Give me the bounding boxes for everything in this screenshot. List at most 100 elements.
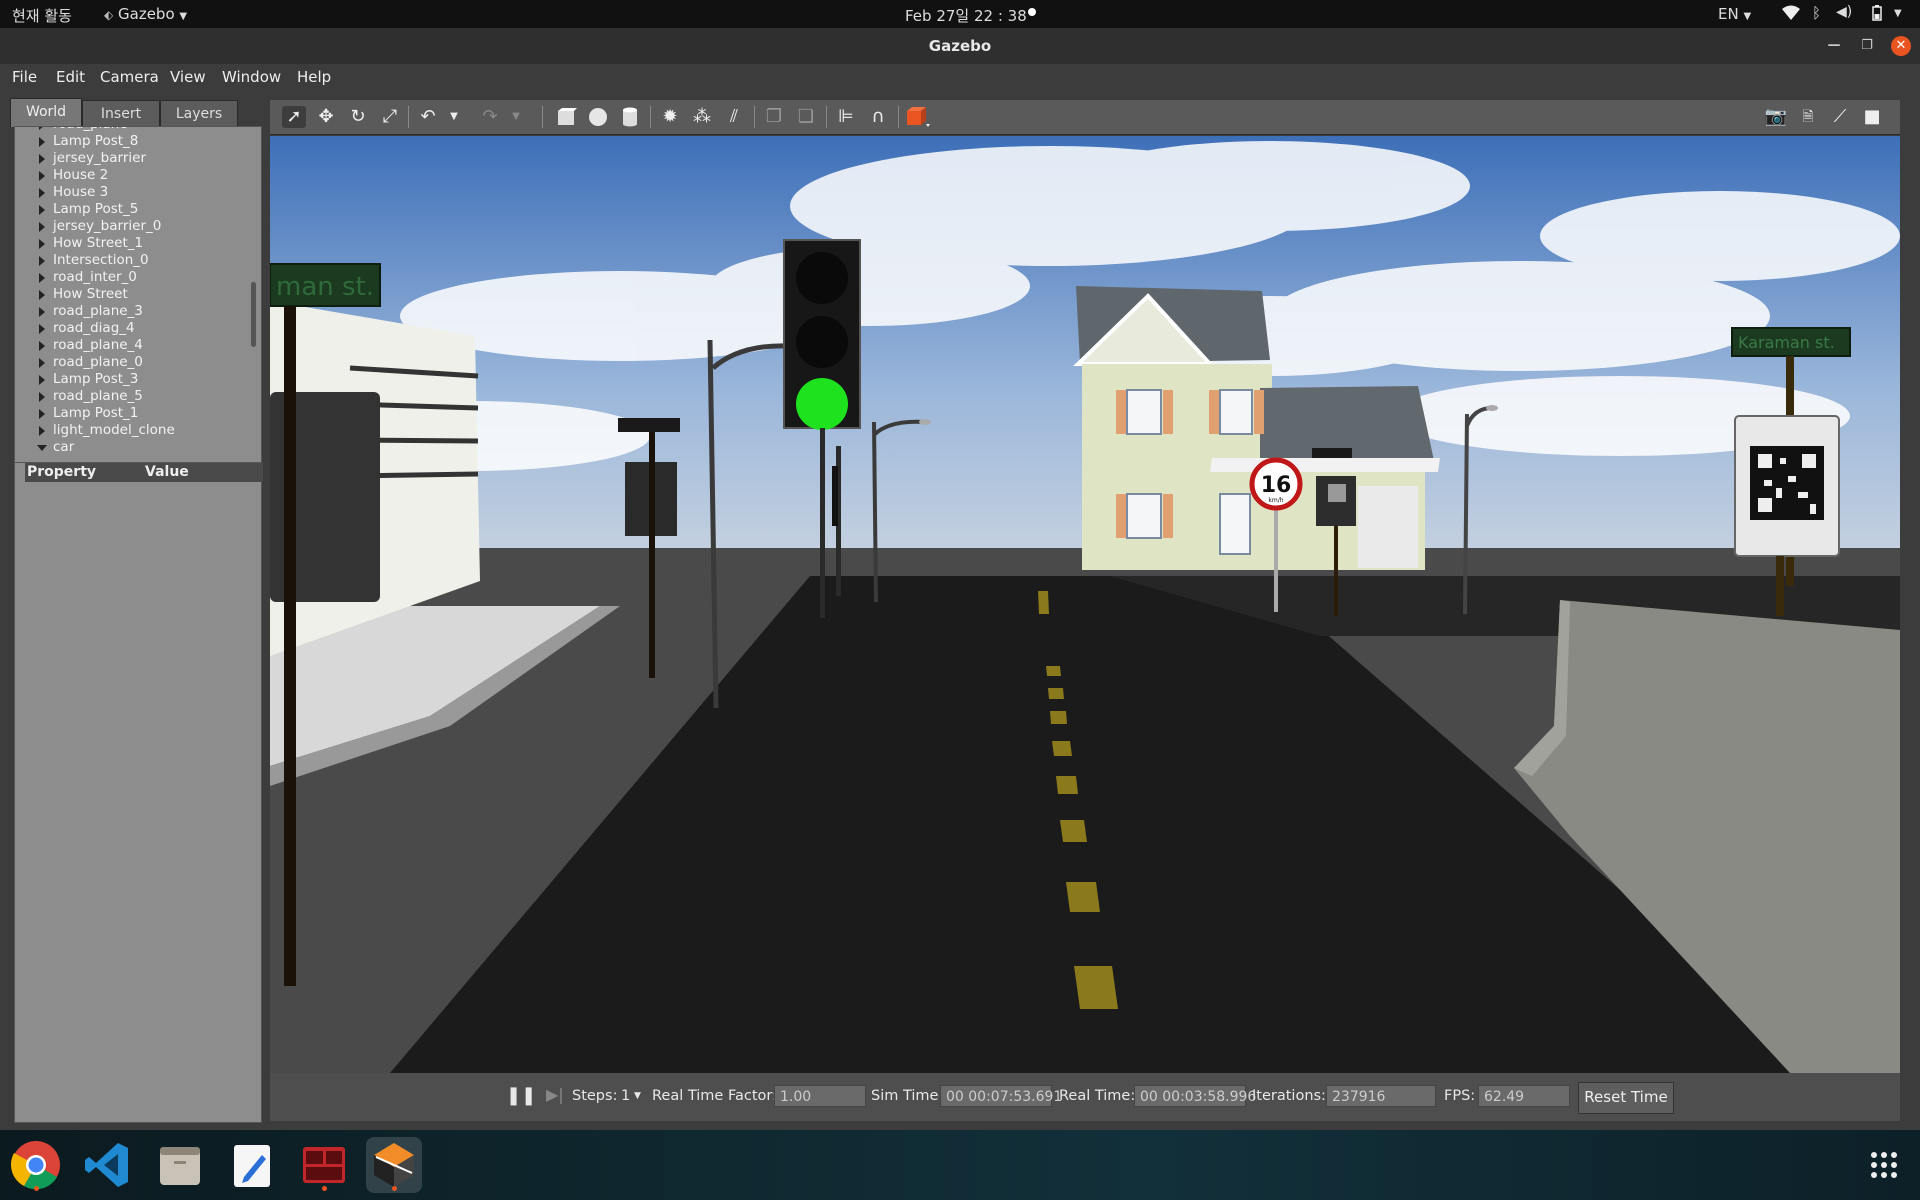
tree-item[interactable]: House 3 xyxy=(39,184,108,201)
plot-icon[interactable]: ⟋ xyxy=(1828,106,1852,128)
text-editor-icon[interactable] xyxy=(224,1137,280,1193)
align-icon[interactable]: ⊫ xyxy=(834,106,858,128)
tree-item[interactable]: jersey_barrier xyxy=(39,150,146,167)
expand-arrow-right-icon[interactable] xyxy=(39,222,45,232)
translate-icon[interactable]: ✥ xyxy=(314,106,338,128)
tree-item[interactable]: road_plane_5 xyxy=(39,388,143,405)
tree-item[interactable]: Lamp Post_5 xyxy=(39,201,138,218)
tree-item[interactable]: Lamp Post_8 xyxy=(39,133,138,150)
expand-arrow-right-icon[interactable] xyxy=(39,273,45,283)
language-indicator[interactable]: EN ▼ xyxy=(1718,5,1751,23)
expand-arrow-right-icon[interactable] xyxy=(39,409,45,419)
expand-arrow-right-icon[interactable] xyxy=(39,290,45,300)
expand-arrow-right-icon[interactable] xyxy=(39,324,45,334)
steps-value[interactable]: 1 xyxy=(621,1088,630,1104)
sphere-icon[interactable] xyxy=(586,106,610,128)
expand-arrow-right-icon[interactable] xyxy=(39,256,45,266)
toolbar-separator xyxy=(826,106,827,128)
expand-arrow-right-icon[interactable] xyxy=(39,341,45,351)
scene-viewport[interactable]: man st. 16 km/h Karaman st. xyxy=(270,136,1900,1073)
directional-light-icon[interactable]: ⫽ xyxy=(722,106,746,128)
tree-item[interactable]: road_plane_0 xyxy=(39,354,143,371)
vscode-icon[interactable] xyxy=(80,1137,136,1193)
expand-arrow-right-icon[interactable] xyxy=(39,188,45,198)
expand-arrow-right-icon[interactable] xyxy=(39,171,45,181)
view-angle-icon[interactable] xyxy=(904,106,930,128)
app-grid-icon[interactable] xyxy=(1856,1137,1912,1193)
menu-edit[interactable]: Edit xyxy=(56,68,85,86)
tree-item[interactable]: Lamp Post_3 xyxy=(39,371,138,388)
expand-arrow-right-icon[interactable] xyxy=(39,127,45,130)
system-menu-chevron-icon[interactable]: ▼ xyxy=(1894,8,1902,19)
pause-icon[interactable]: ❚❚ xyxy=(506,1085,536,1106)
tree-item[interactable]: road_plane_3 xyxy=(39,303,143,320)
clock[interactable]: Feb 27일 22 : 38 xyxy=(905,5,1027,26)
activities-button[interactable]: 현재 활동 xyxy=(12,5,72,26)
tree-item[interactable]: car xyxy=(37,439,74,456)
log-icon[interactable]: 🗎 xyxy=(1796,106,1820,128)
undo-history-chevron-icon[interactable]: ▼ xyxy=(442,106,466,128)
close-icon[interactable]: ✕ xyxy=(1891,36,1911,56)
scale-icon[interactable]: ⤢ xyxy=(378,106,402,128)
spot-light-icon[interactable]: ⁂ xyxy=(690,106,714,128)
redo-history-chevron-icon[interactable]: ▼ xyxy=(504,106,528,128)
expand-arrow-right-icon[interactable] xyxy=(39,426,45,436)
rotate-icon[interactable]: ↻ xyxy=(346,106,370,128)
undo-icon[interactable]: ↶ xyxy=(416,106,440,128)
tab-insert[interactable]: Insert xyxy=(82,100,160,127)
expand-arrow-right-icon[interactable] xyxy=(39,358,45,368)
tree-item[interactable]: road_plane xyxy=(39,127,128,133)
copy-icon[interactable]: ❐ xyxy=(762,106,786,128)
battery-icon[interactable] xyxy=(1872,5,1882,21)
reset-time-button[interactable]: Reset Time xyxy=(1578,1082,1674,1114)
select-icon[interactable]: ➚ xyxy=(282,106,306,128)
expand-arrow-right-icon[interactable] xyxy=(39,392,45,402)
menu-view[interactable]: View xyxy=(170,68,206,86)
point-light-icon[interactable]: ✹ xyxy=(658,106,682,128)
tree-item[interactable]: Intersection_0 xyxy=(39,252,149,269)
tab-layers[interactable]: Layers xyxy=(160,100,238,127)
box-icon[interactable] xyxy=(554,106,578,128)
steps-chevron-icon[interactable]: ▼ xyxy=(634,1091,641,1101)
expand-arrow-right-icon[interactable] xyxy=(39,137,45,147)
expand-arrow-down-icon[interactable] xyxy=(37,445,47,451)
minimize-icon[interactable]: — xyxy=(1824,36,1844,56)
tab-world[interactable]: World xyxy=(10,98,82,127)
cylinder-icon[interactable] xyxy=(618,106,642,128)
tree-item[interactable]: House 2 xyxy=(39,167,108,184)
tree-item[interactable]: road_diag_4 xyxy=(39,320,135,337)
record-icon[interactable]: ■ xyxy=(1860,106,1884,128)
model-tree[interactable]: road_planeLamp Post_8jersey_barrierHouse… xyxy=(14,126,262,464)
menu-camera[interactable]: Camera xyxy=(100,68,159,86)
files-icon[interactable] xyxy=(152,1137,208,1193)
gazebo-icon[interactable] xyxy=(366,1137,422,1193)
expand-arrow-right-icon[interactable] xyxy=(39,375,45,385)
step-icon[interactable]: ▶| xyxy=(546,1085,564,1104)
tree-scrollbar[interactable] xyxy=(251,282,256,347)
tree-item[interactable]: How Street_1 xyxy=(39,235,143,252)
volume-icon[interactable]: ◀) xyxy=(1836,4,1852,20)
tree-item[interactable]: How Street xyxy=(39,286,128,303)
bluetooth-icon[interactable]: ᛒ xyxy=(1812,4,1821,22)
screenshot-icon[interactable]: 📷 xyxy=(1764,106,1788,128)
tree-item[interactable]: road_inter_0 xyxy=(39,269,137,286)
tree-item[interactable]: light_model_clone xyxy=(39,422,175,439)
tree-item[interactable]: jersey_barrier_0 xyxy=(39,218,161,235)
menu-window[interactable]: Window xyxy=(222,68,281,86)
chrome-icon[interactable] xyxy=(8,1137,64,1193)
menu-help[interactable]: Help xyxy=(297,68,331,86)
tree-item[interactable]: Lamp Post_1 xyxy=(39,405,138,422)
expand-arrow-right-icon[interactable] xyxy=(39,205,45,215)
redo-icon[interactable]: ↷ xyxy=(478,106,502,128)
terminator-icon[interactable] xyxy=(296,1137,352,1193)
expand-arrow-right-icon[interactable] xyxy=(39,154,45,164)
app-menu[interactable]: ⬖ Gazebo ▼ xyxy=(104,5,187,23)
expand-arrow-right-icon[interactable] xyxy=(39,239,45,249)
snap-icon[interactable]: ∩ xyxy=(866,106,890,128)
paste-icon[interactable]: ❏ xyxy=(794,106,818,128)
expand-arrow-right-icon[interactable] xyxy=(39,307,45,317)
maximize-icon[interactable]: ❐ xyxy=(1857,36,1877,56)
tree-item[interactable]: road_plane_4 xyxy=(39,337,143,354)
wifi-icon[interactable] xyxy=(1782,5,1800,21)
menu-file[interactable]: File xyxy=(12,68,37,86)
